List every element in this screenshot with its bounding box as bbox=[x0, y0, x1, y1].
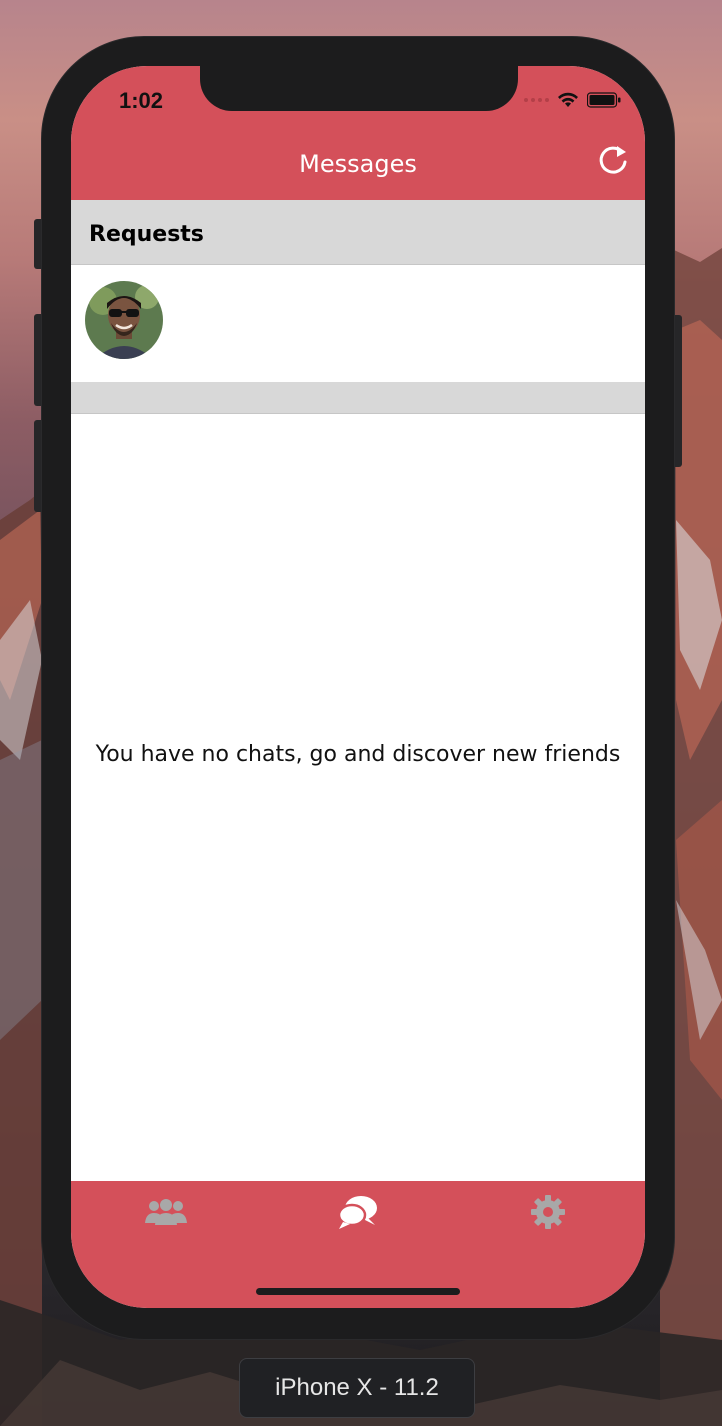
battery-icon bbox=[587, 92, 621, 108]
signal-dots-icon bbox=[524, 98, 549, 102]
refresh-icon bbox=[599, 146, 627, 174]
gear-icon bbox=[531, 1195, 565, 1229]
empty-chats-message: You have no chats, go and discover new f… bbox=[95, 742, 621, 767]
friends-icon bbox=[145, 1199, 187, 1225]
simulator-device-label: iPhone X - 11.2 bbox=[239, 1358, 475, 1418]
tab-messages[interactable] bbox=[328, 1191, 388, 1233]
avatar[interactable] bbox=[85, 281, 163, 359]
tab-friends[interactable] bbox=[136, 1191, 196, 1233]
chats-section-header bbox=[71, 382, 645, 414]
home-indicator[interactable] bbox=[256, 1288, 460, 1295]
requests-section-header: Requests bbox=[71, 200, 645, 265]
status-icons bbox=[524, 90, 621, 110]
refresh-button[interactable] bbox=[595, 142, 631, 178]
notch bbox=[200, 66, 518, 111]
tab-settings[interactable] bbox=[518, 1191, 578, 1233]
status-time: 1:02 bbox=[119, 88, 164, 113]
wifi-icon bbox=[558, 92, 578, 107]
section-title: Requests bbox=[89, 222, 204, 247]
app-screen: 1:02 Messages Requests You have no chats… bbox=[71, 66, 645, 1308]
requests-list bbox=[71, 265, 645, 382]
page-title: Messages bbox=[299, 150, 417, 178]
chat-bubbles-icon bbox=[337, 1196, 377, 1229]
